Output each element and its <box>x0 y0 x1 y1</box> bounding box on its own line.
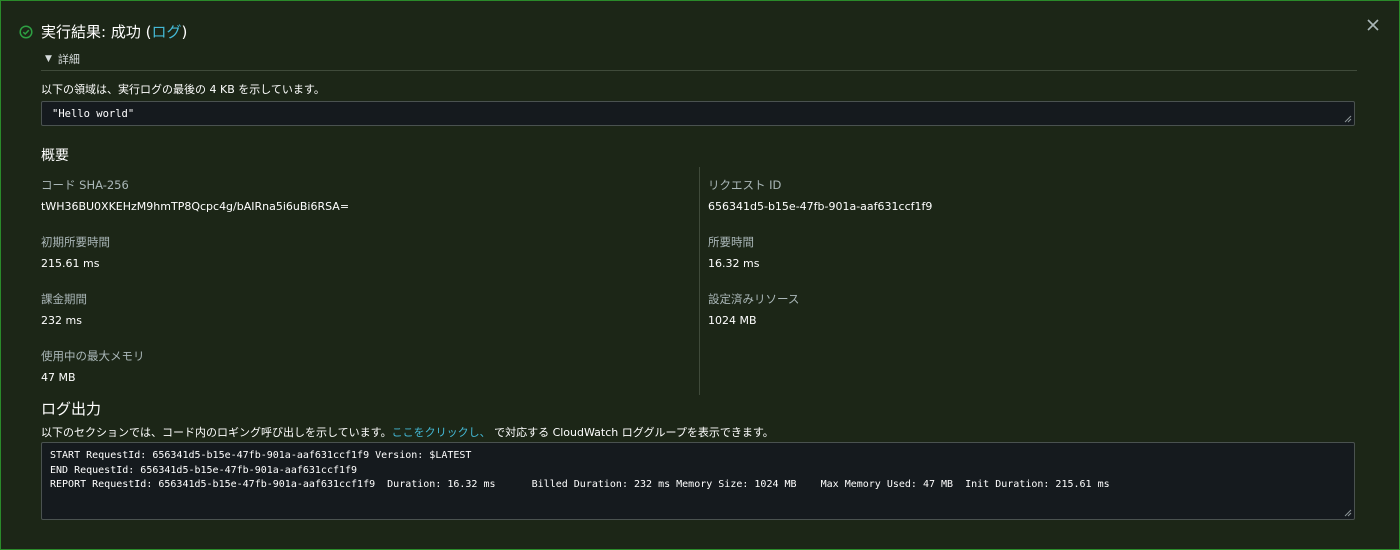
init-duration-label: 初期所要時間 <box>41 235 110 249</box>
details-toggle-label: 詳細 <box>57 53 80 66</box>
cloudwatch-link[interactable]: ここをクリックし、 <box>392 426 491 439</box>
log-desc-suffix: で対応する CloudWatch ロググループを表示できます。 <box>490 426 774 439</box>
summary-title: 概要 <box>41 148 69 164</box>
log-output-description: 以下のセクションでは、コード内のロギング呼び出しを示しています。ここをクリックし… <box>41 424 774 440</box>
result-output-value: "Hello world" <box>52 108 135 120</box>
log-line: END RequestId: 656341d5-b15e-47fb-901a-a… <box>50 464 358 476</box>
result-title-suffix: ) <box>181 23 188 41</box>
summary-column-divider <box>699 167 700 395</box>
close-icon[interactable] <box>1365 17 1381 33</box>
execution-result-panel: 実行結果: 成功 (ログ) ▼ 詳細 以下の領域は、実行ログの最後の 4 KB … <box>0 0 1400 550</box>
result-title: 実行結果: 成功 (ログ) <box>41 21 187 42</box>
max-memory-label: 使用中の最大メモリ <box>41 349 145 363</box>
max-memory-value: 47 MB <box>41 371 76 384</box>
code-sha-label: コード SHA-256 <box>41 178 129 192</box>
billed-duration-label: 課金期間 <box>41 292 87 306</box>
result-header: 実行結果: 成功 (ログ) <box>19 21 187 42</box>
configured-resources-value: 1024 MB <box>708 314 757 327</box>
details-toggle[interactable]: ▼ 詳細 <box>45 51 80 67</box>
init-duration-value: 215.61 ms <box>41 257 100 270</box>
code-sha-value: tWH36BU0XKEHzM9hmTP8Qcpc4g/bAIRna5i6uBi6… <box>41 200 350 213</box>
log-desc-prefix: 以下のセクションでは、コード内のロギング呼び出しを示しています。 <box>41 426 392 439</box>
log-link[interactable]: ログ <box>151 23 181 41</box>
resize-grip-icon[interactable] <box>1344 115 1352 123</box>
details-info-text: 以下の領域は、実行ログの最後の 4 KB を示しています。 <box>41 83 325 96</box>
duration-label: 所要時間 <box>708 235 754 249</box>
check-circle-icon <box>19 24 33 39</box>
billed-duration-value: 232 ms <box>41 314 82 327</box>
log-output-textarea[interactable]: START RequestId: 656341d5-b15e-47fb-901a… <box>41 442 1355 520</box>
result-output-textarea[interactable]: "Hello world" <box>41 101 1355 126</box>
details-divider <box>41 70 1357 71</box>
configured-resources-label: 設定済みリソース <box>708 292 800 306</box>
log-line: START RequestId: 656341d5-b15e-47fb-901a… <box>50 450 472 461</box>
caret-down-icon: ▼ <box>45 54 52 64</box>
request-id-value: 656341d5-b15e-47fb-901a-aaf631ccf1f9 <box>708 200 933 213</box>
resize-grip-icon[interactable] <box>1344 509 1352 517</box>
log-line: REPORT RequestId: 656341d5-b15e-47fb-901… <box>50 479 1110 490</box>
request-id-label: リクエスト ID <box>708 178 782 192</box>
log-output-title: ログ出力 <box>41 400 102 418</box>
result-title-prefix: 実行結果: 成功 ( <box>41 23 152 41</box>
duration-value: 16.32 ms <box>708 257 760 270</box>
